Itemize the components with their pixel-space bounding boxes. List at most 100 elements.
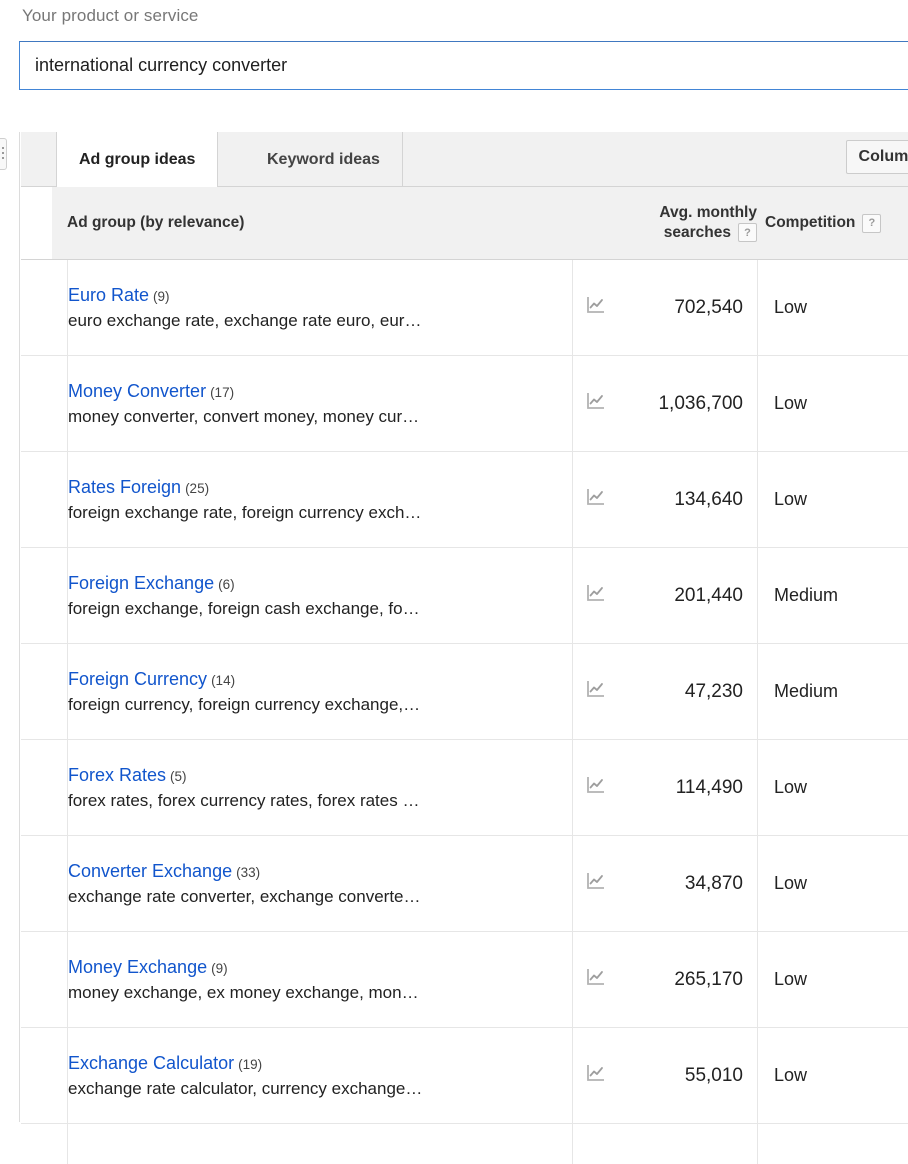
avg-monthly-searches-value: 702,540 <box>674 296 743 318</box>
ad-group-title-line: Money Converter (17) <box>68 381 572 402</box>
ad-group-keyword-count: (25) <box>185 480 210 496</box>
column-header-line1: Avg. monthly <box>659 204 757 221</box>
competition-cell: Low <box>757 1028 908 1123</box>
ad-group-keywords: money exchange, ex money exchange, mon… <box>68 982 419 1002</box>
ad-group-link[interactable]: Foreign Currency <box>68 669 207 689</box>
table-row[interactable]: Money Converter (17) money converter, conv… <box>21 356 908 452</box>
table-row-partial[interactable] <box>21 1124 908 1164</box>
trend-chart-icon[interactable] <box>585 390 607 417</box>
ad-group-link[interactable]: Forex Rates <box>68 765 166 785</box>
ad-group-title-line: Exchange Calculator (19) <box>68 1053 572 1074</box>
product-or-service-label: Your product or service <box>22 6 199 25</box>
row-select-cell[interactable] <box>21 1028 52 1123</box>
row-select-cell[interactable] <box>21 932 52 1027</box>
tab-ad-group-ideas[interactable]: Ad group ideas <box>56 132 219 188</box>
competition-value: Low <box>774 969 808 989</box>
ad-group-title-line: Converter Exchange (33) <box>68 861 572 882</box>
columns-button[interactable]: Columns <box>845 140 908 174</box>
ad-group-link[interactable]: Rates Foreign <box>68 477 181 497</box>
trend-chart-icon[interactable] <box>585 294 607 321</box>
ad-group-cell: Forex Rates (5) forex rates, forex currenc… <box>67 740 572 835</box>
trend-chart-icon[interactable] <box>585 966 607 993</box>
ad-group-link[interactable]: Converter Exchange <box>68 861 232 881</box>
search-input-wrapper[interactable] <box>19 41 908 90</box>
competition-cell <box>757 1124 908 1164</box>
trend-chart-icon[interactable] <box>585 486 607 513</box>
row-select-cell[interactable] <box>21 356 52 451</box>
ad-group-title-line: Foreign Exchange (6) <box>68 573 572 594</box>
competition-cell: Low <box>757 356 908 451</box>
ad-group-keyword-count: (9) <box>211 960 228 976</box>
row-select-cell[interactable] <box>21 260 52 355</box>
table-row[interactable]: Foreign Exchange (6) foreign exchange, for… <box>21 548 908 644</box>
competition-value: Low <box>774 1065 808 1085</box>
row-select-cell[interactable] <box>21 452 52 547</box>
ad-group-cell: Money Converter (17) money converter, conv… <box>67 356 572 451</box>
tab-keyword-ideas[interactable]: Keyword ideas <box>245 132 403 187</box>
avg-monthly-searches-value: 201,440 <box>674 584 743 606</box>
ad-group-cell: Foreign Exchange (6) foreign exchange, for… <box>67 548 572 643</box>
competition-cell: Medium <box>757 548 908 643</box>
competition-value: Low <box>774 777 808 797</box>
ad-group-title-line: Euro Rate (9) <box>68 285 572 306</box>
ad-group-link[interactable]: Exchange Calculator <box>68 1053 234 1073</box>
column-header-avg-monthly-searches[interactable]: Avg. monthly searches? <box>561 187 757 259</box>
tab-label: Keyword ideas <box>267 150 380 168</box>
select-column-header <box>21 187 52 259</box>
ad-group-link[interactable]: Foreign Exchange <box>68 573 214 593</box>
ad-group-cell <box>67 1124 572 1164</box>
tab-label: Ad group ideas <box>79 150 196 168</box>
row-select-cell[interactable] <box>21 548 52 643</box>
grip-dots-icon <box>2 147 4 149</box>
column-header-competition[interactable]: Competition ? <box>765 187 908 259</box>
ad-group-link[interactable]: Euro Rate <box>68 285 149 305</box>
table-row[interactable]: Money Exchange (9) money exchange, ex mone… <box>21 932 908 1028</box>
ad-group-link[interactable]: Money Converter <box>68 381 206 401</box>
ad-group-cell: Exchange Calculator (19) exchange rate cal… <box>67 1028 572 1123</box>
ad-group-keywords: foreign exchange rate, foreign currency … <box>68 502 422 522</box>
ad-group-keyword-count: (9) <box>153 288 170 304</box>
ad-group-keyword-count: (33) <box>236 864 261 880</box>
row-select-cell[interactable] <box>21 644 52 739</box>
table-row[interactable]: Rates Foreign (25) foreign exchange rate, … <box>21 452 908 548</box>
avg-monthly-searches-cell: 134,640 <box>572 452 757 547</box>
ad-group-keywords: money converter, convert money, money cu… <box>68 406 420 426</box>
table-row[interactable]: Forex Rates (5) forex rates, forex currenc… <box>21 740 908 836</box>
table-row[interactable]: Exchange Calculator (19) exchange rate cal… <box>21 1028 908 1124</box>
ad-group-keyword-count: (14) <box>211 672 236 688</box>
avg-monthly-searches-cell: 201,440 <box>572 548 757 643</box>
avg-monthly-searches-cell: 34,870 <box>572 836 757 931</box>
trend-chart-icon[interactable] <box>585 870 607 897</box>
competition-value: Low <box>774 873 808 893</box>
ad-group-title-line: Foreign Currency (14) <box>68 669 572 690</box>
avg-monthly-searches-value: 55,010 <box>684 1064 743 1086</box>
avg-monthly-searches-value: 134,640 <box>674 488 743 510</box>
row-select-cell[interactable] <box>21 740 52 835</box>
competition-value: Low <box>774 489 808 509</box>
search-input[interactable] <box>20 42 908 89</box>
avg-monthly-searches-cell: 1,036,700 <box>572 356 757 451</box>
column-header-label: Competition <box>765 214 856 231</box>
table-row[interactable]: Euro Rate (9) euro exchange rate, exchange… <box>21 260 908 356</box>
ad-group-keyword-count: (17) <box>210 384 235 400</box>
panel-collapse-handle[interactable] <box>0 138 7 170</box>
trend-chart-icon[interactable] <box>585 582 607 609</box>
trend-chart-icon[interactable] <box>585 1062 607 1089</box>
avg-monthly-searches-cell: 114,490 <box>572 740 757 835</box>
avg-monthly-searches-cell: 47,230 <box>572 644 757 739</box>
column-header-label-wrap: Avg. monthly searches? <box>659 203 757 243</box>
row-select-cell[interactable] <box>21 836 52 931</box>
trend-chart-icon[interactable] <box>585 678 607 705</box>
ad-group-cell: Rates Foreign (25) foreign exchange rate, … <box>67 452 572 547</box>
ad-group-title-line: Rates Foreign (25) <box>68 477 572 498</box>
trend-chart-icon[interactable] <box>585 774 607 801</box>
help-icon[interactable]: ? <box>862 213 882 233</box>
column-header-ad-group[interactable]: Ad group (by relevance) <box>67 187 547 259</box>
ad-group-link[interactable]: Money Exchange <box>68 957 207 977</box>
table-row[interactable]: Converter Exchange (33) exchange rate conv… <box>21 836 908 932</box>
avg-monthly-searches-value: 114,490 <box>675 776 743 798</box>
ad-group-title-line: Forex Rates (5) <box>68 765 572 786</box>
search-area: Your product or service <box>0 0 908 122</box>
table-row[interactable]: Foreign Currency (14) foreign currency, fo… <box>21 644 908 740</box>
help-icon[interactable]: ? <box>738 223 757 243</box>
